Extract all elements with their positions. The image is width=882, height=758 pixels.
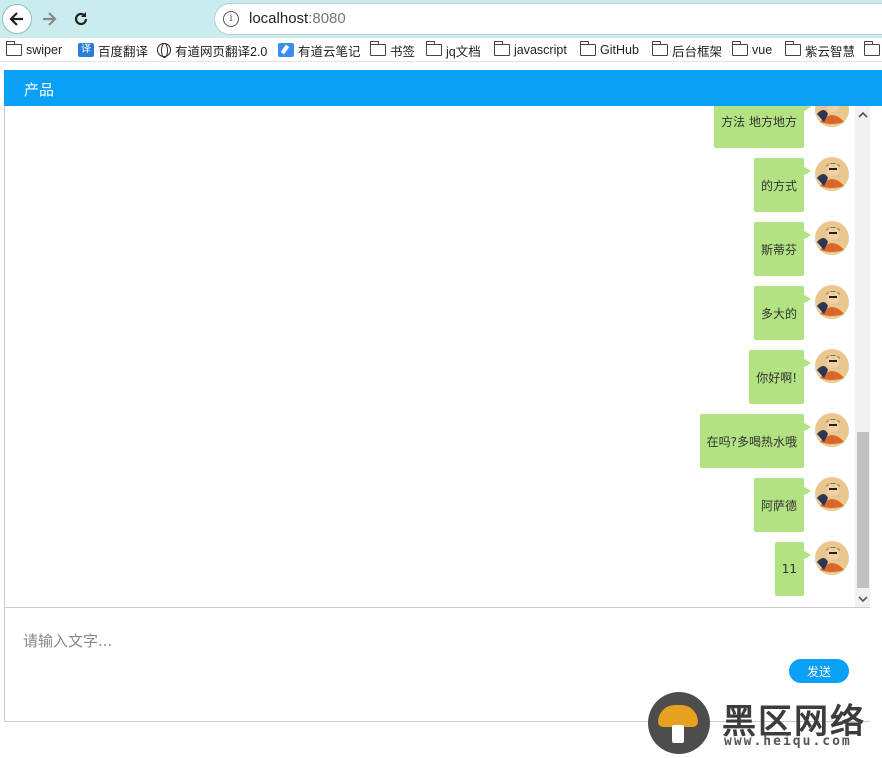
message-input[interactable]: [23, 626, 803, 656]
avatar-icon: [815, 541, 849, 575]
browser-toolbar: i localhost:8080: [0, 0, 882, 38]
watermark-logo-icon: [648, 692, 710, 754]
send-button[interactable]: 发送: [789, 659, 849, 683]
reload-button[interactable]: [66, 4, 96, 34]
avatar-icon: [815, 221, 849, 255]
bookmark-label: 有道网页翻译2.0: [175, 44, 268, 59]
message-bubble: 的方式: [753, 158, 812, 212]
arrow-right-icon: [43, 12, 57, 26]
folder-icon: [579, 41, 596, 56]
avatar-icon: [815, 413, 849, 447]
folder-icon: [369, 41, 386, 56]
folder-icon: [784, 41, 801, 56]
list-item: 11: [5, 541, 855, 598]
folder-icon: [493, 41, 510, 56]
message-bubble: 多大的: [753, 286, 812, 340]
message-list[interactable]: 方法 地方地方 的方式 斯蒂芬 多大的 你好啊! 在吗?多喝热水哦 阿萨德 11: [5, 106, 855, 607]
forward-button[interactable]: [34, 4, 64, 34]
bookmark-vue[interactable]: vue: [731, 41, 773, 59]
avatar-icon: [815, 285, 849, 319]
message-bubble: 在吗?多喝热水哦: [699, 414, 812, 468]
url-host: localhost: [249, 10, 309, 27]
list-item: 的方式: [5, 157, 855, 214]
reload-icon: [74, 12, 88, 26]
message-bubble: 阿萨德: [753, 478, 812, 532]
globe-icon: [157, 43, 171, 58]
bookmark-javascript[interactable]: javascript: [493, 41, 567, 59]
folder-icon: [863, 41, 880, 56]
message-bubble: 斯蒂芬: [753, 222, 812, 276]
message-bubble: 11: [774, 542, 812, 596]
mushroom-cap: [658, 705, 698, 727]
bookmark-label: 紫云智慧: [805, 44, 856, 59]
folder-icon: [5, 41, 22, 56]
avatar-icon: [815, 349, 849, 383]
folder-icon: [731, 41, 748, 56]
bookmark-swiper[interactable]: swiper: [5, 41, 63, 59]
bookmark-overflow[interactable]: [863, 41, 882, 59]
translate-icon: 译: [78, 43, 94, 57]
avatar-icon: [815, 477, 849, 511]
bookmark-youdao-note[interactable]: 有道云笔记: [278, 41, 361, 59]
back-button[interactable]: [2, 4, 32, 34]
info-icon[interactable]: i: [223, 11, 239, 27]
list-item: 在吗?多喝热水哦: [5, 413, 855, 470]
avatar-icon: [815, 106, 849, 127]
chat-title: 产品: [24, 81, 55, 99]
folder-icon: [425, 41, 442, 56]
list-item: 斯蒂芬: [5, 221, 855, 278]
scroll-up-button[interactable]: [855, 106, 870, 123]
bookmark-label: 有道云笔记: [298, 44, 361, 59]
bookmarks-bar: swiper 译百度翻译 有道网页翻译2.0 有道云笔记 书签 jq文档 jav…: [0, 38, 882, 62]
mushroom-stem: [672, 725, 684, 743]
bookmark-label: swiper: [26, 43, 63, 57]
bookmark-youdao-translate[interactable]: 有道网页翻译2.0: [157, 41, 267, 59]
bookmark-github[interactable]: GitHub: [579, 41, 639, 59]
scrollbar-thumb[interactable]: [857, 432, 869, 588]
bookmark-shuqian[interactable]: 书签: [369, 41, 416, 59]
message-scrollbar[interactable]: [855, 106, 870, 607]
address-bar[interactable]: i localhost:8080: [214, 3, 882, 35]
chevron-up-icon: [857, 111, 868, 118]
list-item: 方法 地方地方: [5, 106, 855, 150]
arrow-left-icon: [9, 12, 23, 26]
bookmark-backend-framework[interactable]: 后台框架: [651, 41, 723, 59]
bookmark-label: vue: [752, 43, 773, 57]
bookmark-jq-docs[interactable]: jq文档: [425, 41, 481, 59]
chevron-down-icon: [857, 595, 868, 602]
watermark-url: www.heiqu.com: [724, 734, 852, 749]
bookmark-label: javascript: [514, 43, 567, 57]
list-item: 阿萨德: [5, 477, 855, 534]
message-bubble: 方法 地方地方: [714, 106, 811, 148]
chat-window: 方法 地方地方 的方式 斯蒂芬 多大的 你好啊! 在吗?多喝热水哦 阿萨德 11…: [4, 106, 870, 722]
bookmark-label: 后台框架: [672, 44, 723, 59]
list-item: 多大的: [5, 285, 855, 342]
bookmark-ziyun[interactable]: 紫云智慧: [784, 41, 856, 59]
note-icon: [278, 43, 294, 57]
scroll-down-button[interactable]: [855, 590, 870, 607]
bookmark-label: jq文档: [446, 44, 481, 59]
bookmark-label: 百度翻译: [98, 44, 149, 59]
avatar-icon: [815, 157, 849, 191]
bookmark-baidu-translate[interactable]: 译百度翻译: [78, 41, 148, 59]
bookmark-label: GitHub: [600, 43, 639, 57]
url-text: localhost:8080: [249, 10, 346, 27]
message-bubble: 你好啊!: [749, 350, 811, 404]
watermark: 黑区网络 www.heiqu.com: [648, 690, 882, 758]
folder-icon: [651, 41, 668, 56]
bookmark-label: 书签: [390, 44, 416, 59]
list-item: 你好啊!: [5, 349, 855, 406]
url-port: :8080: [308, 10, 346, 27]
chat-header: 产品: [4, 70, 882, 106]
